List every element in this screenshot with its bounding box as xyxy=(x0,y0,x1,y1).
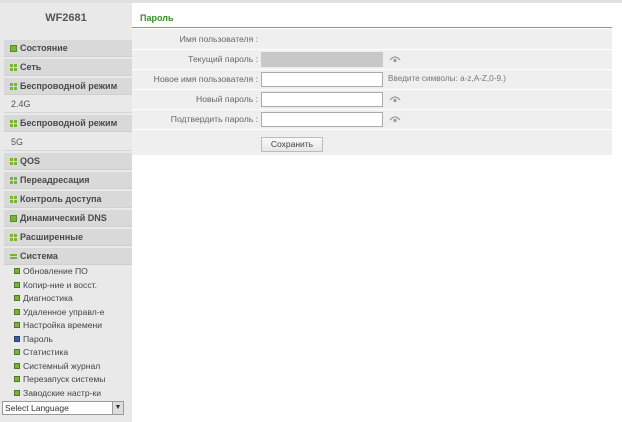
grid-icon xyxy=(10,120,17,127)
save-button[interactable]: Сохранить xyxy=(261,137,323,152)
eye-icon[interactable] xyxy=(389,114,401,124)
nav-wireless-5-band[interactable]: 5G xyxy=(4,134,132,151)
main-panel: Пароль Имя пользователя : Текущий пароль… xyxy=(132,0,622,422)
submenu-item-firmware[interactable]: Обновление ПО xyxy=(14,265,132,279)
nav-label: Состояние xyxy=(20,43,68,53)
submenu-label: Статистика xyxy=(23,347,69,357)
grid-icon xyxy=(10,83,17,90)
current-password-field xyxy=(261,52,383,67)
status-square-icon xyxy=(10,45,17,52)
submenu-item-statistics[interactable]: Статистика xyxy=(14,346,132,360)
confirm-password-label: Подтвердить пароль : xyxy=(170,114,258,124)
grid-icon xyxy=(10,158,17,165)
submenu-label: Копир-ние и восст. xyxy=(23,279,97,290)
submenu-label: Пароль xyxy=(23,333,53,344)
submenu-label: Системный журнал xyxy=(23,360,101,371)
nav-qos[interactable]: QOS xyxy=(4,153,132,170)
submenu-label: Перезапуск системы xyxy=(23,374,106,384)
nav-label: Система xyxy=(20,251,58,261)
chevron-down-icon[interactable]: ▼ xyxy=(112,402,123,414)
nav-label: Расширенные xyxy=(20,232,83,242)
nav-label: Беспроводной режим xyxy=(20,118,118,128)
current-password-label: Текущий пароль : xyxy=(188,54,258,64)
bullet-icon xyxy=(14,322,20,328)
bullet-icon xyxy=(14,389,20,396)
device-model: WF2681 xyxy=(45,12,87,24)
row-username: Имя пользователя : xyxy=(132,29,612,49)
row-confirm-password: Подтвердить пароль : xyxy=(132,109,612,129)
eye-icon[interactable] xyxy=(389,54,401,64)
submenu-item-diagnostics[interactable]: Диагностика xyxy=(14,292,132,306)
eye-icon[interactable] xyxy=(389,94,401,104)
new-username-field[interactable] xyxy=(261,72,383,87)
nav-status[interactable]: Состояние xyxy=(4,40,132,57)
row-divider xyxy=(132,129,612,130)
new-password-label: Новый пароль : xyxy=(196,94,258,104)
nav-label: QOS xyxy=(20,156,41,166)
bullet-icon xyxy=(14,362,20,369)
bullet-icon xyxy=(14,268,20,274)
nav-access-control[interactable]: Контроль доступа xyxy=(4,191,132,208)
username-label: Имя пользователя : xyxy=(179,34,258,44)
nav-label: Переадресация xyxy=(20,175,90,185)
nav-wireless-24-band[interactable]: 2.4G xyxy=(4,96,132,113)
nav-system[interactable]: Система xyxy=(4,248,132,265)
title-divider xyxy=(132,27,612,28)
submenu-item-remote[interactable]: Удаленное управл-е xyxy=(14,306,132,320)
row-new-username: Новое имя пользователя : Введите символы… xyxy=(132,69,612,89)
status-square-icon xyxy=(10,215,17,222)
confirm-password-field[interactable] xyxy=(261,112,383,127)
nav-label: 2.4G xyxy=(11,99,31,109)
submenu-item-factory[interactable]: Заводские настр-ки xyxy=(14,387,132,401)
bullet-icon xyxy=(14,349,20,355)
nav-wireless-5[interactable]: Беспроводной режим xyxy=(4,115,132,132)
submenu-item-password[interactable]: Пароль xyxy=(14,333,132,347)
submenu-label: Диагностика xyxy=(23,293,73,303)
nav-forwarding[interactable]: Переадресация xyxy=(4,172,132,189)
nav-ddns[interactable]: Динамический DNS xyxy=(4,210,132,227)
new-username-hint: Введите символы: a-z,A-Z,0-9.) xyxy=(388,74,507,83)
submenu-label: Удаленное управл-е xyxy=(23,306,105,317)
grid-icon xyxy=(10,234,17,241)
new-password-field[interactable] xyxy=(261,92,383,107)
grid-icon xyxy=(10,196,17,203)
row-current-password: Текущий пароль : xyxy=(132,49,612,69)
submenu-label: Заводские настр-ки xyxy=(23,387,102,398)
system-submenu: Обновление ПО Копир-ние и восст. Диагнос… xyxy=(14,265,132,400)
nav-label: Сеть xyxy=(20,62,42,72)
page-title: Пароль xyxy=(140,13,174,23)
bullet-icon xyxy=(14,308,20,315)
password-form: Имя пользователя : Текущий пароль : Ново… xyxy=(132,29,612,155)
nav-label: Контроль доступа xyxy=(20,194,102,204)
nav-label: Беспроводной режим xyxy=(20,81,118,91)
nav-label: 5G xyxy=(11,137,24,147)
nav-wireless-24[interactable]: Беспроводной режим xyxy=(4,78,132,95)
bullet-icon xyxy=(14,376,20,382)
expanded-icon xyxy=(10,253,17,260)
sidebar: WF2681 Состояние Сеть Беспроводной режим… xyxy=(0,0,132,422)
nav-advanced[interactable]: Расширенные xyxy=(4,229,132,246)
new-username-label: Новое имя пользователя : xyxy=(153,74,258,84)
bullet-icon xyxy=(14,295,20,301)
language-select-value: Select Language xyxy=(5,403,69,413)
grid-icon xyxy=(10,64,17,71)
language-select[interactable]: Select Language ▼ xyxy=(2,401,124,415)
row-new-password: Новый пароль : xyxy=(132,89,612,109)
nav-label: Динамический DNS xyxy=(20,213,107,223)
submenu-label: Настройка времени xyxy=(23,320,103,330)
submenu-item-reboot[interactable]: Перезапуск системы xyxy=(14,373,132,387)
bullet-icon xyxy=(14,281,20,288)
submenu-item-time[interactable]: Настройка времени xyxy=(14,319,132,333)
submenu-item-backup[interactable]: Копир-ние и восст. xyxy=(14,279,132,293)
nav-network[interactable]: Сеть xyxy=(4,59,132,76)
submenu-label: Обновление ПО xyxy=(23,266,88,276)
submenu-item-syslog[interactable]: Системный журнал xyxy=(14,360,132,374)
grid-icon xyxy=(10,177,17,184)
bullet-active-icon xyxy=(14,335,20,342)
